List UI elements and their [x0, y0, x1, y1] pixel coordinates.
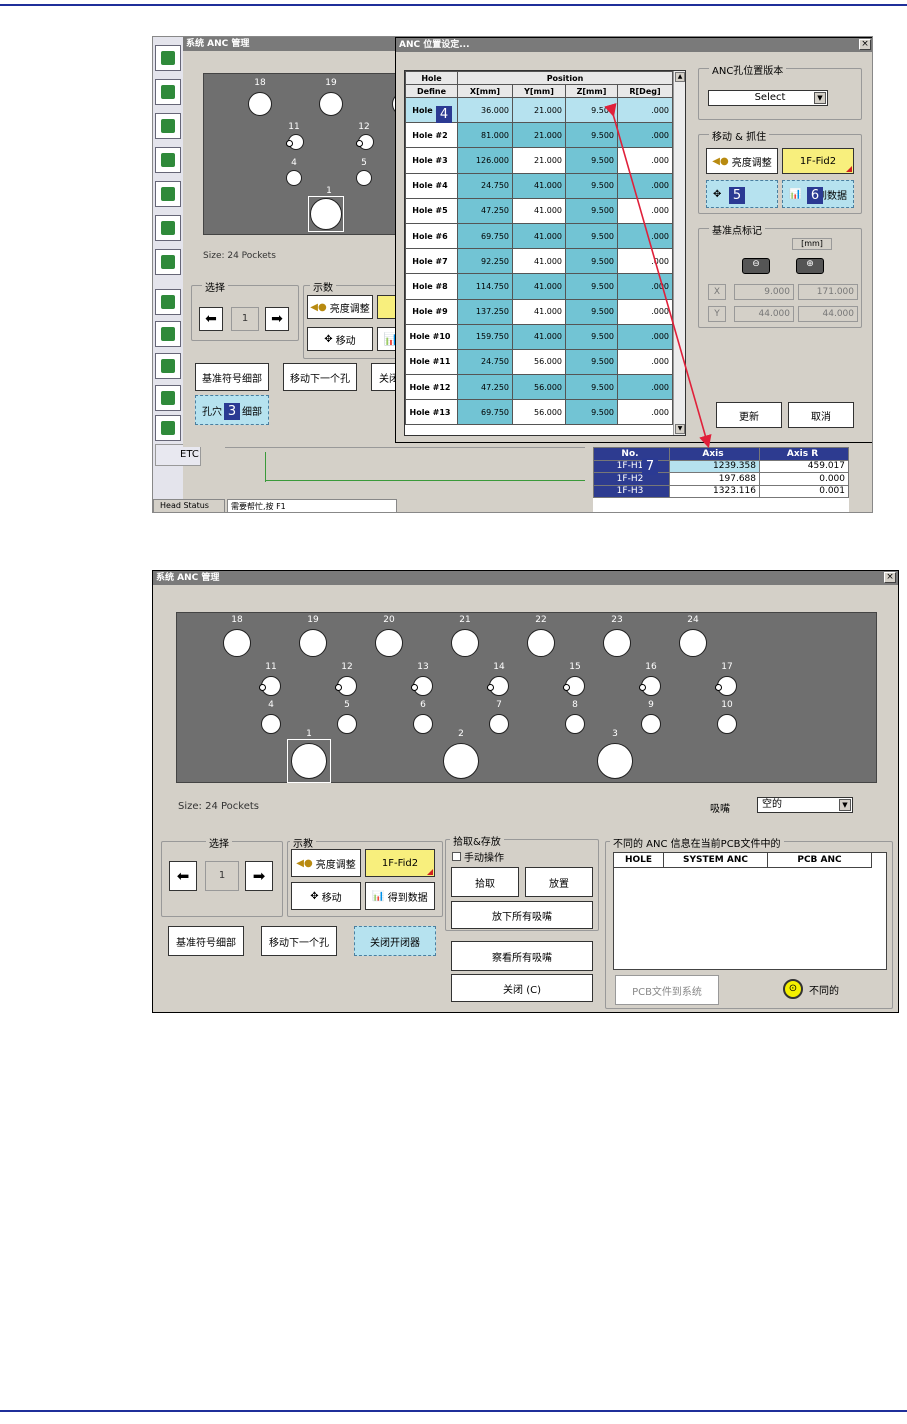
window-close-icon[interactable]: × — [884, 572, 896, 583]
bulb-icon: ◀● — [296, 857, 313, 869]
hole-circle[interactable] — [259, 676, 281, 696]
fiducial-detail-button[interactable]: 基准符号细部 — [168, 926, 244, 956]
hole-number: 3 — [612, 729, 618, 739]
close-gripper-button[interactable]: 关闭开闭器 — [354, 926, 436, 956]
diff-table: HOLE SYSTEM ANC PCB ANC — [613, 852, 887, 970]
manual-label: 手动操作 — [464, 853, 504, 864]
hole-number: 5 — [344, 700, 350, 710]
hole-circle[interactable] — [337, 714, 357, 734]
size-label: Size: 24 Pockets — [178, 801, 259, 812]
hole-circle[interactable] — [487, 676, 509, 696]
hole-number: 24 — [687, 615, 699, 625]
hole-circle[interactable] — [527, 629, 555, 657]
window-title: 系统 ANC 管理 — [153, 571, 898, 585]
anc-manager-window: 系统 ANC 管理 × 18 19 20 21 22 23 24 11 12 13 14 15 16 17… — [152, 570, 899, 1013]
pick-button[interactable]: 拾取 — [451, 867, 519, 897]
nozzle-label: 吸嘴 — [710, 804, 730, 815]
hole-number: 18 — [231, 615, 243, 625]
drop-all-button[interactable]: 放下所有吸嘴 — [451, 901, 593, 929]
hole-circle[interactable] — [641, 714, 661, 734]
close-button[interactable]: 关闭 (C) — [451, 974, 593, 1002]
hole-circle[interactable] — [413, 714, 433, 734]
hole-circle[interactable] — [715, 676, 737, 696]
hole-circle[interactable] — [451, 629, 479, 657]
hole-number: 14 — [493, 662, 505, 672]
prev-arrow-button[interactable]: ⬅ — [169, 861, 197, 891]
hole-number: 20 — [383, 615, 395, 625]
hole-circle[interactable] — [565, 714, 585, 734]
diff-col-system: SYSTEM ANC — [664, 853, 768, 868]
top-rule — [0, 4, 907, 6]
manual-checkbox[interactable] — [452, 852, 461, 861]
hole-number: 12 — [341, 662, 353, 672]
hole-number: 4 — [268, 700, 274, 710]
hole-circle[interactable] — [375, 629, 403, 657]
selected-hole-frame — [287, 739, 331, 783]
hole-circle[interactable] — [335, 676, 357, 696]
hole-number: 17 — [721, 662, 733, 672]
hole-circle[interactable] — [299, 629, 327, 657]
fid-button[interactable]: 1F-Fid2 — [365, 849, 435, 877]
pcb-to-system-button[interactable]: PCB文件到系统 — [615, 975, 719, 1005]
bottom-rule — [0, 1410, 907, 1412]
hole-circle[interactable] — [443, 743, 479, 779]
hole-number: 23 — [611, 615, 623, 625]
hole-circle[interactable] — [717, 714, 737, 734]
hole-number: 22 — [535, 615, 547, 625]
different-label: 不同的 — [809, 986, 839, 997]
hole-board: 18 19 20 21 22 23 24 11 12 13 14 15 16 17 4 5 6 7 8 9 10 1 2 3 — [176, 612, 877, 783]
hole-number: 11 — [265, 662, 277, 672]
hole-number: 21 — [459, 615, 471, 625]
hole-number: 1 — [306, 729, 312, 739]
hole-number: 8 — [572, 700, 578, 710]
hole-circle[interactable] — [223, 629, 251, 657]
hole-circle[interactable] — [603, 629, 631, 657]
hole-number: 16 — [645, 662, 657, 672]
move-icon: ✥ — [310, 890, 319, 902]
hole-number: 19 — [307, 615, 319, 625]
hole-number: 2 — [458, 729, 464, 739]
hole-circle[interactable] — [563, 676, 585, 696]
top-screenshot: ETC Head Status 系统 ANC 管理 18 19 11 12 4 … — [152, 36, 873, 513]
hole-number: 9 — [648, 700, 654, 710]
hole-circle[interactable] — [489, 714, 509, 734]
brightness-button[interactable]: ◀● 亮度调整 — [291, 849, 361, 877]
hole-number: 13 — [417, 662, 429, 672]
next-hole-button[interactable]: 移动下一个孔 — [261, 926, 337, 956]
place-button[interactable]: 放置 — [525, 867, 593, 897]
hole-circle[interactable] — [679, 629, 707, 657]
view-all-button[interactable]: 察看所有吸嘴 — [451, 941, 593, 971]
hole-number: 6 — [420, 700, 426, 710]
hole-circle[interactable] — [411, 676, 433, 696]
different-indicator-icon: ⊙ — [783, 979, 803, 999]
hole-circle[interactable] — [597, 743, 633, 779]
diff-col-hole: HOLE — [614, 853, 664, 868]
chart-icon: 📊 — [372, 890, 385, 902]
move-button[interactable]: ✥ 移动 — [291, 882, 361, 910]
diff-col-pcb: PCB ANC — [768, 853, 872, 868]
next-arrow-button[interactable]: ➡ — [245, 861, 273, 891]
select-value: 1 — [205, 861, 239, 891]
hole-circle[interactable] — [261, 714, 281, 734]
dropdown-arrow-icon: ▼ — [839, 799, 851, 811]
callout-arrows — [604, 103, 712, 449]
nozzle-select[interactable]: 空的 ▼ — [757, 797, 853, 813]
get-data-button[interactable]: 📊 得到数据 — [365, 882, 435, 910]
hole-circle[interactable] — [639, 676, 661, 696]
hole-number: 10 — [721, 700, 733, 710]
hole-number: 15 — [569, 662, 581, 672]
hole-number: 7 — [496, 700, 502, 710]
